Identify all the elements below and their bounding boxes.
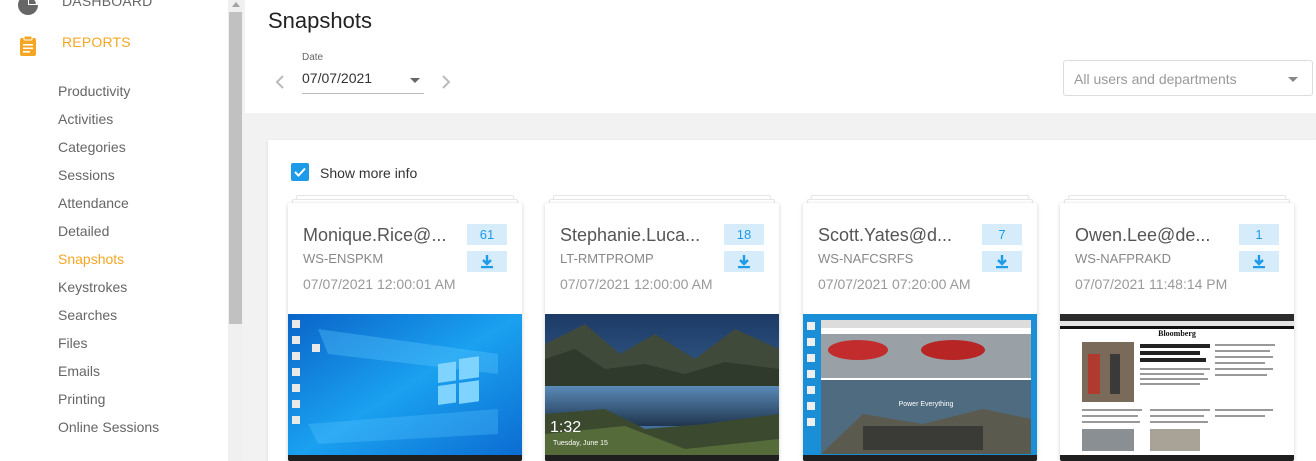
scroll-thumb[interactable] xyxy=(229,12,242,324)
download-icon xyxy=(996,255,1008,269)
chevron-left-icon[interactable] xyxy=(275,74,285,90)
sidebar-scrollbar[interactable] xyxy=(228,0,243,461)
caret-down-icon xyxy=(1288,77,1298,82)
thumbnail-overlay-text: Power Everything xyxy=(899,401,954,408)
snapshot-card[interactable]: Stephanie.Luca... LT-RMTPROMP 07/07/2021… xyxy=(545,195,779,461)
snapshot-card[interactable]: Owen.Lee@de... WS-NAFPRAKD 07/07/2021 11… xyxy=(1060,195,1294,461)
card-user: Monique.Rice@... xyxy=(303,225,447,245)
snapshot-count-badge[interactable]: 18 xyxy=(724,224,764,245)
reports-subnav: Productivity Activities Categories Sessi… xyxy=(58,80,159,444)
snapshot-card-body[interactable]: Monique.Rice@... WS-ENSPKM 07/07/2021 12… xyxy=(288,203,522,461)
checkmark-icon xyxy=(294,167,306,177)
sidebar-item-snapshots[interactable]: Snapshots xyxy=(58,248,159,276)
sidebar-item-sessions[interactable]: Sessions xyxy=(58,164,159,192)
snapshot-card-body[interactable]: Scott.Yates@d... WS-NAFCSRFS 07/07/2021 … xyxy=(803,203,1037,461)
lock-time: 1:32 xyxy=(550,419,581,436)
snapshot-count-badge[interactable]: 1 xyxy=(1239,224,1279,245)
download-button[interactable] xyxy=(982,251,1022,272)
lock-date: Tuesday, June 15 xyxy=(553,440,608,447)
date-value: 07/07/2021 xyxy=(302,70,373,86)
sidebar-item-files[interactable]: Files xyxy=(58,332,159,360)
page-title: Snapshots xyxy=(268,8,372,33)
card-host: LT-RMTPROMP xyxy=(560,251,654,266)
download-icon xyxy=(738,255,750,269)
date-label: Date xyxy=(302,52,324,63)
card-timestamp: 07/07/2021 11:48:14 PM xyxy=(1075,276,1228,292)
sidebar-item-attendance[interactable]: Attendance xyxy=(58,192,159,220)
card-timestamp: 07/07/2021 07:20:00 AM xyxy=(818,276,971,292)
thumbnail-overlay-text: Bloomberg xyxy=(1158,329,1196,338)
download-icon xyxy=(1253,255,1265,269)
card-host: WS-NAFPRAKD xyxy=(1075,251,1172,266)
users-departments-select[interactable]: All users and departments xyxy=(1063,60,1313,96)
card-timestamp: 07/07/2021 12:00:00 AM xyxy=(560,276,713,292)
chevron-right-icon[interactable] xyxy=(441,74,451,90)
clipboard-icon xyxy=(20,35,36,56)
users-select-placeholder: All users and departments xyxy=(1074,71,1237,87)
show-more-info-checkbox[interactable] xyxy=(291,163,309,181)
sidebar: DASHBOARD REPORTS Productivity Activitie… xyxy=(0,0,228,461)
pie-chart-icon xyxy=(18,0,38,15)
snapshot-thumbnail-news-site[interactable]: Bloomberg xyxy=(1060,314,1294,461)
card-host: WS-ENSPKM xyxy=(303,251,384,266)
date-picker[interactable]: 07/07/2021 xyxy=(302,66,424,94)
caret-down-icon xyxy=(410,78,420,83)
sidebar-item-activities[interactable]: Activities xyxy=(58,108,159,136)
download-button[interactable] xyxy=(467,251,507,272)
sidebar-item-productivity[interactable]: Productivity xyxy=(58,80,159,108)
sidebar-item-printing[interactable]: Printing xyxy=(58,388,159,416)
card-user: Scott.Yates@d... xyxy=(818,225,952,245)
snapshot-count-badge[interactable]: 61 xyxy=(467,224,507,245)
snapshot-card-body[interactable]: Owen.Lee@de... WS-NAFPRAKD 07/07/2021 11… xyxy=(1060,203,1294,461)
snapshot-thumbnail-windows-desktop[interactable] xyxy=(288,314,522,461)
snapshot-card-body[interactable]: Stephanie.Luca... LT-RMTPROMP 07/07/2021… xyxy=(545,203,779,461)
card-user: Stephanie.Luca... xyxy=(560,225,701,245)
sidebar-item-searches[interactable]: Searches xyxy=(58,304,159,332)
download-button[interactable] xyxy=(724,251,764,272)
snapshot-card[interactable]: Monique.Rice@... WS-ENSPKM 07/07/2021 12… xyxy=(288,195,522,461)
snapshot-thumbnail-browser[interactable]: Power Everything xyxy=(803,314,1037,461)
download-icon xyxy=(481,255,493,269)
snapshot-card[interactable]: Scott.Yates@d... WS-NAFCSRFS 07/07/2021 … xyxy=(803,195,1037,461)
download-button[interactable] xyxy=(1239,251,1279,272)
sidebar-item-keystrokes[interactable]: Keystrokes xyxy=(58,276,159,304)
snapshot-count-badge[interactable]: 7 xyxy=(982,224,1022,245)
card-host: WS-NAFCSRFS xyxy=(818,251,914,266)
card-user: Owen.Lee@de... xyxy=(1075,225,1211,245)
header: Snapshots Date 07/07/2021 All users and … xyxy=(245,0,1316,113)
card-timestamp: 07/07/2021 12:00:01 AM xyxy=(303,276,456,292)
nav-reports-label: REPORTS xyxy=(62,34,131,50)
sidebar-item-detailed[interactable]: Detailed xyxy=(58,220,159,248)
scroll-up-arrow-icon[interactable] xyxy=(232,2,240,7)
nav-dashboard-label: DASHBOARD xyxy=(62,0,153,9)
snapshot-thumbnail-lock-screen[interactable]: 1:32 Tuesday, June 15 xyxy=(545,314,779,461)
sidebar-item-online-sessions[interactable]: Online Sessions xyxy=(58,416,159,444)
sidebar-item-emails[interactable]: Emails xyxy=(58,360,159,388)
sidebar-item-categories[interactable]: Categories xyxy=(58,136,159,164)
show-more-info-label[interactable]: Show more info xyxy=(320,165,417,181)
